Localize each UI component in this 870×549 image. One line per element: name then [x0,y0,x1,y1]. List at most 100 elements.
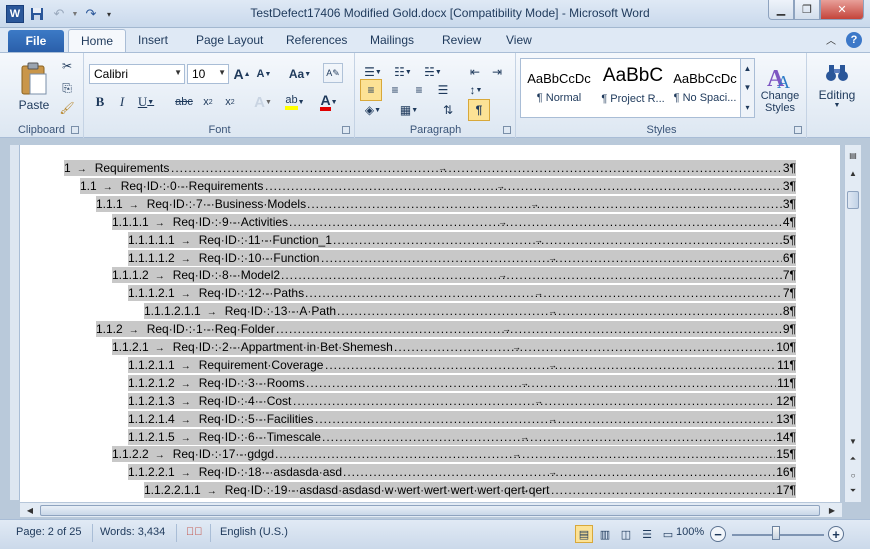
toc-entry[interactable]: 1.1.2.1 → Req·ID·:·2·-·Appartment·in·Bet·S… [112,339,796,355]
zoom-slider-thumb[interactable] [772,526,780,540]
scroll-down-icon[interactable]: ▼ [845,433,861,449]
full-screen-reading-icon[interactable]: ▥ [596,525,614,543]
format-painter-icon[interactable]: 🖌 [58,99,76,117]
toc-entry[interactable]: 1.1.2.1.5 → Req·ID·:·6·-·Timescale........… [128,428,796,445]
styles-launcher-icon[interactable] [794,126,802,134]
font-size-combo[interactable]: 10 ▼ [187,64,229,84]
select-browse-object-icon[interactable]: ○ [845,467,861,483]
language[interactable]: English (U.S.) [220,526,288,538]
vertical-scrollbar[interactable]: ▤ ▲ ▼ ⏶ ○ ⏷ [844,145,861,502]
tab-insert[interactable]: Insert [138,33,168,47]
outline-icon[interactable]: ☰ [638,525,656,543]
horizontal-scrollbar[interactable]: ◀ ▶ [20,502,842,517]
minimize-button[interactable]: ▁ [768,0,794,20]
superscript-icon[interactable]: x2 [221,93,239,111]
close-button[interactable]: ✕ [820,0,864,20]
tab-home[interactable]: Home [68,29,127,53]
view-ruler-icon[interactable]: ▤ [845,147,861,163]
grow-font-icon[interactable]: A ▲ [233,65,251,83]
style-project-r[interactable]: AaBbC ¶ Project R... [597,59,669,117]
zoom-level[interactable]: 100% [676,526,704,538]
paste-button[interactable]: Paste [14,57,54,117]
bold-icon[interactable]: B [91,93,109,111]
proofing-icon[interactable]: ✔⃠ [186,526,203,538]
toc-entry[interactable]: 1.1.2.2.1 → Req·ID·:·18·-·asdasda·asd.....… [128,464,796,481]
clipboard-launcher-icon[interactable] [71,126,79,134]
sort-icon[interactable]: ⇅ [438,101,458,119]
toc-entry[interactable]: 1.1.2.1.1 → Requirement·Coverage..........… [128,356,796,373]
text-effects-icon[interactable]: A ▼ [251,93,275,111]
subscript-icon[interactable]: x2 [199,93,217,111]
chevron-down-icon[interactable]: ▼ [744,83,752,92]
toc-entry[interactable]: 1.1.2.1.4 → Req·ID·:·5·-·Facilities.......… [128,410,796,427]
tab-file[interactable]: File [8,30,64,52]
word-count[interactable]: Words: 3,434 [100,526,165,538]
help-icon[interactable]: ? [846,32,862,48]
align-left-icon[interactable]: ≡ [360,79,382,101]
shrink-font-icon[interactable]: A ▼ [255,65,273,83]
restore-button[interactable]: ❐ [794,0,820,20]
toc-entry[interactable]: 1.1.2.1.2 → Req·ID·:·3·-·Rooms............… [128,374,796,391]
clear-formatting-icon[interactable]: A✎ [323,63,343,83]
font-launcher-icon[interactable] [342,126,350,134]
show-formatting-marks-icon[interactable]: ¶ [468,99,490,121]
toc-entry[interactable]: 1.1.2 → Req·ID·:·1·-·Req·Folder...........… [96,321,796,338]
tab-references[interactable]: References [286,33,347,47]
font-color-icon[interactable]: A ▼ [317,93,341,111]
zoom-out-icon[interactable]: − [710,526,726,542]
change-case-icon[interactable]: Aa ▼ [287,65,313,83]
toc-entry[interactable]: 1.1.1.2.1.1 → Req·ID·:·13·-·A·Path........… [144,303,796,320]
tab-mailings[interactable]: Mailings [370,33,414,47]
italic-icon[interactable]: I [113,93,131,111]
print-layout-icon[interactable]: ▤ [575,525,593,543]
toc-entry[interactable]: 1.1.1.1 → Req·ID·:·9·-·Activities.........… [112,213,796,230]
strikethrough-icon[interactable]: abc [173,93,195,111]
change-styles-button[interactable]: AA Change Styles [755,57,805,119]
scroll-right-icon[interactable]: ▶ [824,503,840,517]
toc-entry[interactable]: 1.1.2.1.3 → Req·ID·:·4·-·Cost.............… [128,392,796,409]
tab-view[interactable]: View [506,33,532,47]
justify-icon[interactable]: ☰ [432,79,454,101]
align-center-icon[interactable]: ≡ [384,79,406,101]
scroll-up-icon[interactable]: ▲ [845,165,861,181]
style-no-spacing[interactable]: AaBbCcDc ¶ No Spaci... [669,59,741,117]
shading-icon[interactable]: ◈ ▼ [360,101,386,119]
chevron-up-icon[interactable]: ▲ [744,64,752,73]
toc-entry[interactable]: 1 → Requirements..........................… [64,160,796,176]
underline-icon[interactable]: U ▼ [135,93,157,111]
next-page-icon[interactable]: ⏷ [845,483,861,499]
editing-button[interactable]: Editing ▼ [812,57,862,113]
borders-icon[interactable]: ▦ ▼ [396,101,422,119]
tab-review[interactable]: Review [442,33,481,47]
more-icon[interactable]: ▾ [745,103,749,112]
cut-icon[interactable]: ✂ [58,57,76,75]
minimize-ribbon-icon[interactable]: ︿ [826,32,836,48]
toc-entry[interactable]: 1.1 → Req·ID·:·0·-·Requirements...........… [80,177,796,194]
previous-page-icon[interactable]: ⏶ [845,451,861,467]
toc-entry[interactable]: 1.1.1.1.2 → Req·ID·:·10·-·Function........… [128,249,796,266]
line-spacing-icon[interactable]: ↕ ▼ [464,79,488,101]
page-count[interactable]: Page: 2 of 25 [16,526,81,538]
copy-icon[interactable]: ⎘ [58,79,76,97]
toc-entry[interactable]: 1.1.1.2 → Req·ID·:·8·-·Model2.............… [112,267,796,284]
horizontal-scroll-thumb[interactable] [40,505,820,516]
font-family-combo[interactable]: Calibri ▼ [89,64,185,84]
toc-entry[interactable]: 1.1.1.1.1 → Req·ID·:·11·-·Function_1......… [128,231,796,248]
styles-gallery-scroll[interactable]: ▲ ▼ ▾ [740,59,754,117]
draft-icon[interactable]: ▭ [659,525,677,543]
web-layout-icon[interactable]: ◫ [617,525,635,543]
scroll-left-icon[interactable]: ◀ [22,503,38,517]
toc-entry[interactable]: 1.1.1 → Req·ID·:·7·-·Business·Models......… [96,195,796,212]
toc-entry[interactable]: 1.1.2.2.1.1 → Req·ID·:·19·-·asdasd·asdasd·… [144,482,796,499]
document-page[interactable]: 1 → Requirements..........................… [20,145,840,502]
toc-entry[interactable]: 1.1.2.2 → Req·ID·:·17·-·gdgd..............… [112,446,796,463]
paragraph-launcher-icon[interactable] [503,126,511,134]
text-highlight-icon[interactable]: ab ▼ [283,93,307,111]
align-right-icon[interactable]: ≡ [408,79,430,101]
tab-page-layout[interactable]: Page Layout [196,33,263,47]
increase-indent-icon[interactable]: ⇥ [488,63,506,81]
style-normal[interactable]: AaBbCcDc ¶ Normal [523,59,595,117]
zoom-in-icon[interactable]: + [828,526,844,542]
toc-entry[interactable]: 1.1.1.2.1 → Req·ID·:·12·-·Paths...........… [128,285,796,302]
vertical-scroll-thumb[interactable] [847,191,859,209]
